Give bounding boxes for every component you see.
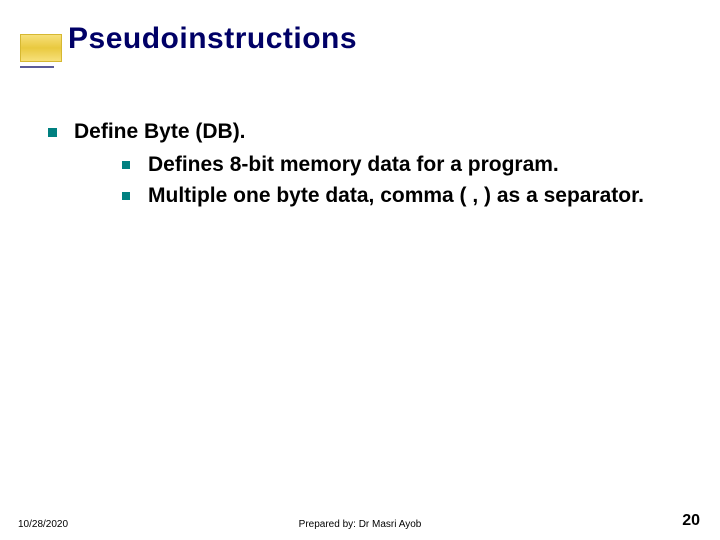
square-bullet-icon (122, 161, 130, 169)
footer-pagenum: 20 (682, 512, 700, 530)
sub-bullets: Defines 8-bit memory data for a program.… (74, 151, 690, 211)
bullet-level1: Define Byte (DB). Defines 8-bit memory d… (40, 118, 690, 211)
bullet-level2: Defines 8-bit memory data for a program. (74, 151, 690, 180)
footer-author: Prepared by: Dr Masri Ayob (0, 519, 720, 530)
content: Define Byte (DB). Defines 8-bit memory d… (40, 118, 690, 211)
slide: Pseudoinstructions Define Byte (DB). Def… (0, 0, 720, 540)
bullet-text: Multiple one byte data, comma ( , ) as a… (148, 184, 644, 207)
bullet-text: Defines 8-bit memory data for a program. (148, 153, 559, 176)
title-underline (20, 66, 54, 68)
square-bullet-icon (122, 192, 130, 200)
bullet-level2: Multiple one byte data, comma ( , ) as a… (74, 182, 690, 211)
accent-box (20, 34, 62, 62)
title-block: Pseudoinstructions (20, 22, 357, 56)
page-title: Pseudoinstructions (68, 22, 357, 56)
square-bullet-icon (48, 128, 57, 137)
bullet-text: Define Byte (DB). (74, 120, 246, 143)
